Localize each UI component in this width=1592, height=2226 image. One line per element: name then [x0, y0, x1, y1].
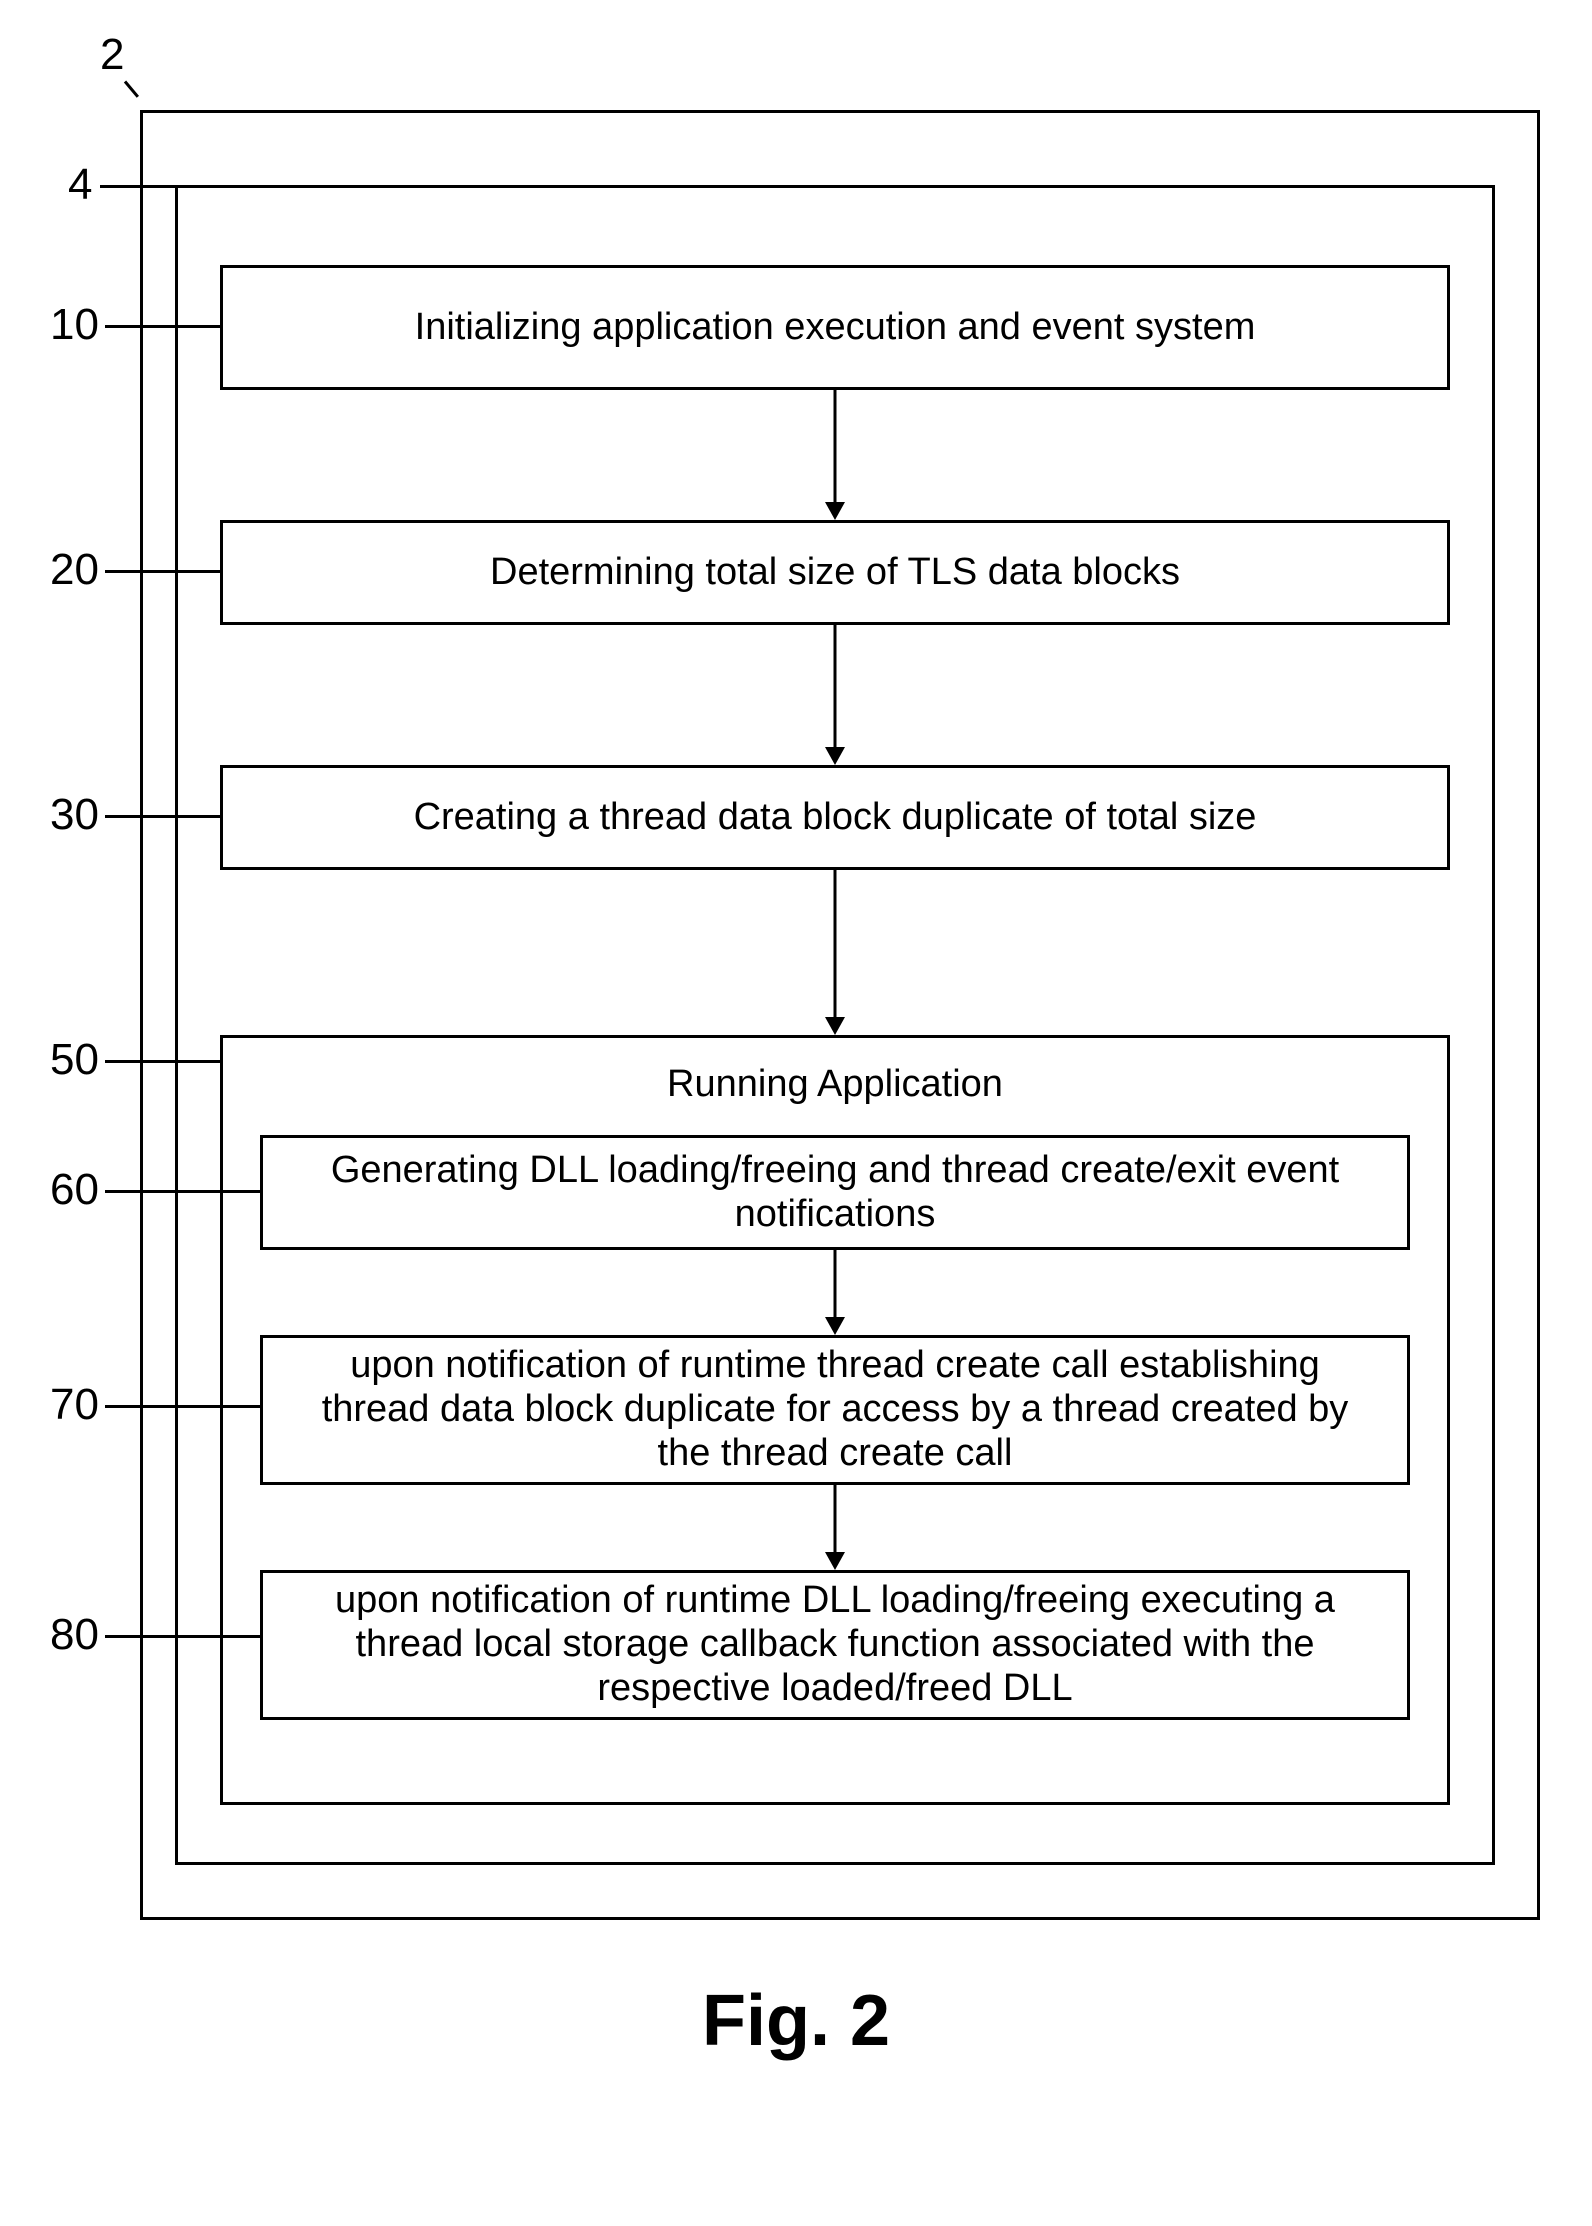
- label-60: 60: [50, 1165, 99, 1215]
- label-30: 30: [50, 790, 99, 840]
- step-30-box: Creating a thread data block duplicate o…: [220, 765, 1450, 870]
- label-70: 70: [50, 1380, 99, 1430]
- step-80-box: upon notification of runtime DLL loading…: [260, 1570, 1410, 1720]
- label-4: 4: [68, 160, 92, 210]
- step-70-text: upon notification of runtime thread crea…: [313, 1344, 1357, 1475]
- step-80-text: upon notification of runtime DLL loading…: [313, 1579, 1357, 1710]
- label-20: 20: [50, 545, 99, 595]
- step-10-box: Initializing application execution and e…: [220, 265, 1450, 390]
- leader-2: [124, 81, 139, 98]
- arrow-30-50-head: [825, 1017, 845, 1035]
- label-10: 10: [50, 300, 99, 350]
- arrow-70-80-line: [834, 1485, 837, 1555]
- label-50: 50: [50, 1035, 99, 1085]
- label-2: 2: [100, 30, 124, 80]
- arrow-60-70-line: [834, 1250, 837, 1320]
- step-60-text: Generating DLL loading/freeing and threa…: [313, 1149, 1357, 1236]
- arrow-30-50-line: [834, 870, 837, 1020]
- figure-caption: Fig. 2: [702, 1980, 890, 2062]
- label-80: 80: [50, 1610, 99, 1660]
- arrow-60-70-head: [825, 1317, 845, 1335]
- arrow-10-20-line: [834, 390, 837, 505]
- step-70-box: upon notification of runtime thread crea…: [260, 1335, 1410, 1485]
- arrow-70-80-head: [825, 1552, 845, 1570]
- arrow-20-30-head: [825, 747, 845, 765]
- step-50-title: Running Application: [223, 1063, 1447, 1106]
- step-30-text: Creating a thread data block duplicate o…: [414, 795, 1257, 841]
- arrow-10-20-head: [825, 502, 845, 520]
- step-60-box: Generating DLL loading/freeing and threa…: [260, 1135, 1410, 1250]
- step-20-box: Determining total size of TLS data block…: [220, 520, 1450, 625]
- step-20-text: Determining total size of TLS data block…: [490, 550, 1180, 596]
- step-10-text: Initializing application execution and e…: [415, 305, 1256, 351]
- arrow-20-30-line: [834, 625, 837, 750]
